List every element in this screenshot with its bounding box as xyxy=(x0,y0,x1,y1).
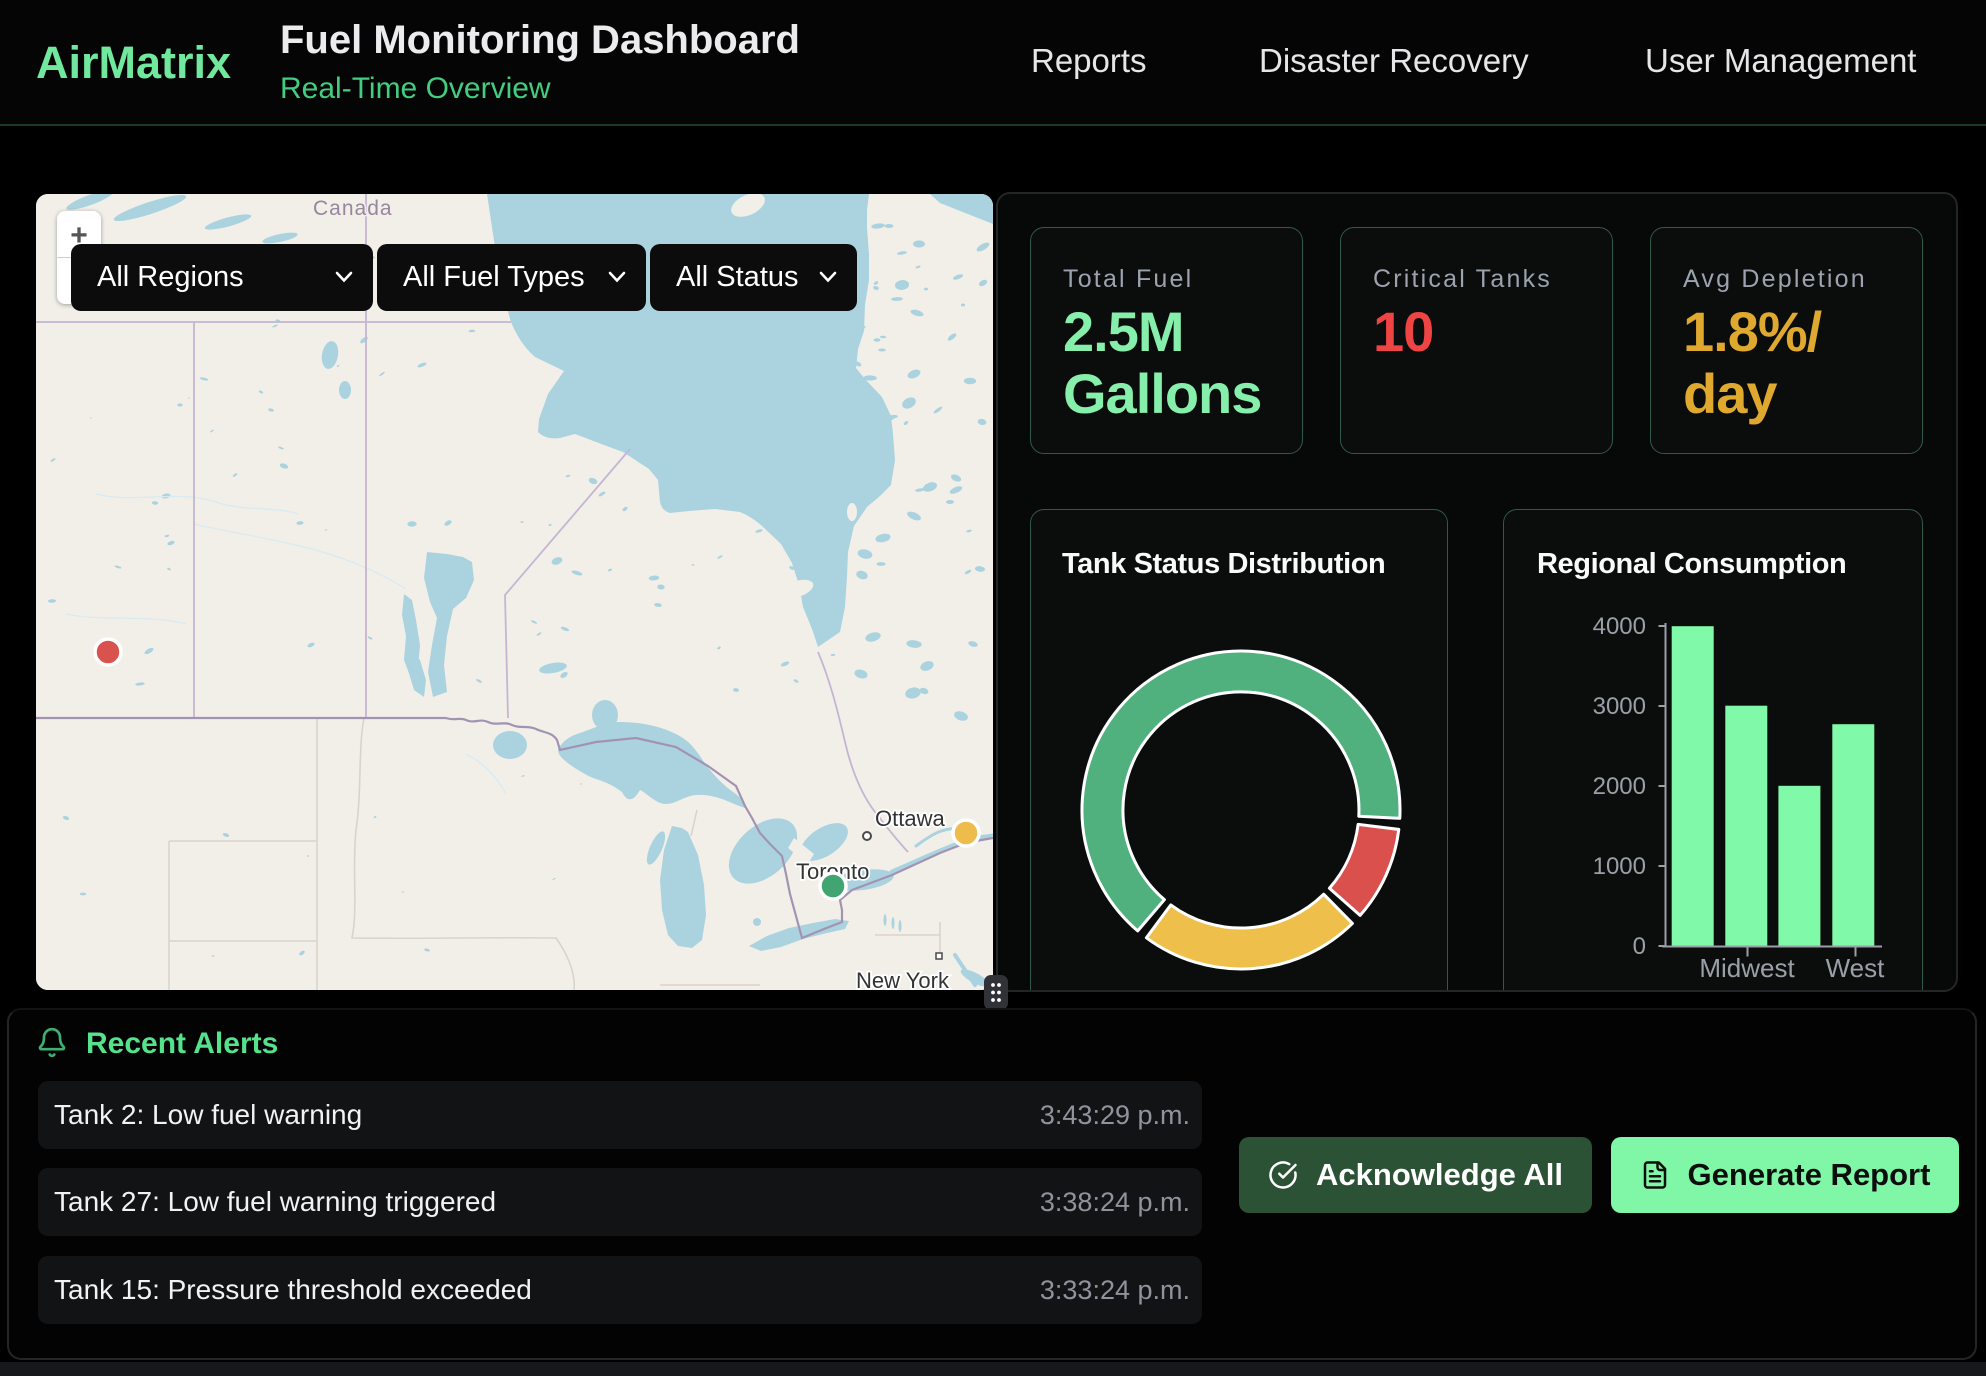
svg-text:0: 0 xyxy=(1633,933,1646,960)
svg-text:Midwest: Midwest xyxy=(1699,953,1795,983)
svg-text:2000: 2000 xyxy=(1593,773,1646,800)
svg-text:4000: 4000 xyxy=(1593,613,1646,640)
svg-text:Ottawa: Ottawa xyxy=(875,806,945,831)
svg-text:New York: New York xyxy=(856,968,950,990)
svg-text:1000: 1000 xyxy=(1593,853,1646,880)
svg-text:3000: 3000 xyxy=(1593,693,1646,720)
svg-text:West: West xyxy=(1826,953,1886,983)
svg-text:Canada: Canada xyxy=(313,197,393,220)
